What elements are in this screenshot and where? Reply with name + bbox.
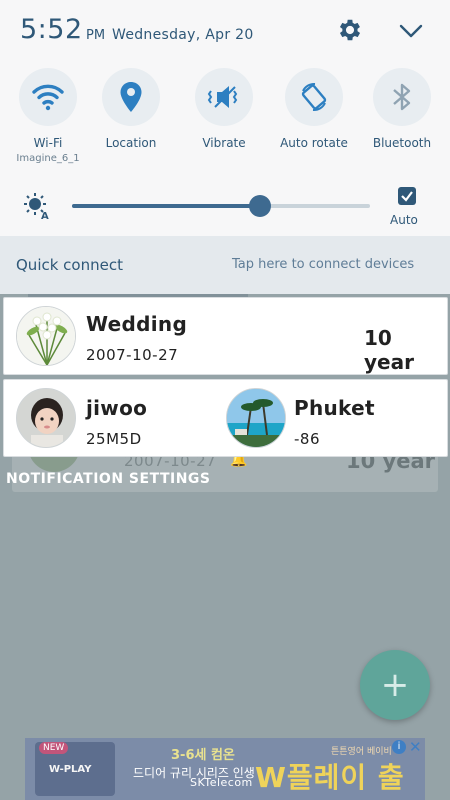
phuket-value: -86 — [294, 430, 320, 448]
child-photo-image — [17, 389, 75, 447]
clock-date: Wednesday, Apr 20 — [112, 27, 254, 43]
auto-brightness-label: Auto — [390, 213, 418, 227]
ad-banner[interactable]: NEW W-PLAY 3-6세 컴온 드디어 규리 시리즈 인생 W플레이 출시… — [25, 738, 425, 800]
auto-rotate-toggle[interactable] — [285, 68, 343, 126]
wifi-toggle[interactable] — [19, 68, 77, 126]
tile-label: Bluetooth — [372, 136, 432, 150]
phuket-title: Phuket — [294, 396, 375, 420]
flower-bouquet-image — [17, 307, 75, 365]
tile-label: Vibrate — [202, 136, 246, 150]
tile-sub: Imagine_6_1 — [16, 153, 80, 164]
ad-headline: W플레이 출시 — [255, 761, 405, 794]
jiwoo-avatar[interactable] — [16, 388, 76, 448]
ad-small-text: 튼튼영어 베이비 — [331, 747, 392, 757]
phuket-avatar[interactable] — [226, 388, 286, 448]
wifi-icon — [32, 84, 64, 111]
tile-label: Wi-Fi — [33, 136, 63, 150]
wedding-title: Wedding — [86, 312, 188, 336]
beach-photo-image — [227, 389, 285, 447]
ad-line1: 3-6세 컴온 — [171, 748, 235, 763]
brightness-fill — [72, 204, 260, 208]
wedding-duration: 10 year — [364, 326, 414, 374]
bluetooth-toggle[interactable] — [373, 68, 431, 126]
location-toggle[interactable] — [102, 68, 160, 126]
notification-settings-button[interactable]: NOTIFICATION SETTINGS — [6, 471, 211, 487]
plus-icon: + — [380, 665, 410, 705]
gear-icon[interactable] — [336, 16, 364, 44]
jiwoo-value: 25M5D — [86, 430, 142, 448]
tile-wifi[interactable]: Wi-Fi Imagine_6_1 — [8, 68, 88, 166]
wedding-date: 2007-10-27 — [86, 346, 179, 364]
notification-card-wedding[interactable]: Wedding 2007-10-27 10 year — [3, 297, 448, 375]
clock-time: 5:52 — [20, 14, 83, 45]
auto-rotate-icon — [301, 82, 327, 112]
info-icon[interactable]: i — [392, 740, 406, 754]
chevron-down-icon[interactable] — [398, 20, 424, 42]
tile-location[interactable]: Location — [91, 68, 171, 152]
carrier-label: SKTelecom — [190, 776, 253, 789]
add-fab-button[interactable]: + — [360, 650, 430, 720]
clock-ampm: PM — [86, 28, 106, 43]
wedding-flowers-avatar — [16, 306, 76, 366]
bluetooth-icon — [393, 83, 411, 111]
ad-brand: W-PLAY — [49, 764, 92, 775]
notification-card-pair: jiwoo 25M5D Phuket -86 — [3, 379, 448, 457]
tile-label: Location — [105, 136, 157, 150]
brightness-thumb[interactable] — [248, 195, 271, 217]
tile-label: Auto rotate — [280, 136, 348, 150]
tile-vibrate[interactable]: Vibrate — [184, 68, 264, 152]
quick-connect-hint[interactable]: Tap here to connect devices — [232, 257, 414, 272]
vibrate-toggle[interactable] — [195, 68, 253, 126]
vibrate-icon — [207, 86, 238, 108]
auto-brightness-checkbox[interactable] — [398, 187, 416, 205]
location-icon — [120, 82, 142, 112]
check-icon — [401, 191, 413, 202]
svg-text:A: A — [41, 211, 49, 220]
brightness-slider[interactable] — [72, 195, 370, 217]
jiwoo-title: jiwoo — [86, 396, 148, 420]
close-icon[interactable]: ✕ — [409, 738, 422, 756]
quick-connect-title: Quick connect — [16, 256, 123, 274]
tile-auto-rotate[interactable]: Auto rotate — [274, 68, 354, 152]
tile-bluetooth[interactable]: Bluetooth — [362, 68, 442, 152]
ad-new-badge: NEW — [39, 742, 69, 754]
brightness-auto-icon: A — [24, 193, 49, 220]
